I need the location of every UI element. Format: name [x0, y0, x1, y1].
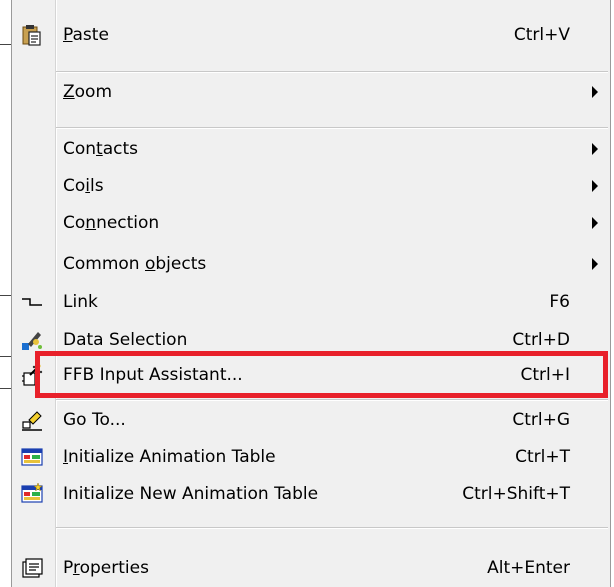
menu-item-label: Go To... [63, 409, 126, 430]
mnemonic-letter: o [144, 253, 156, 274]
menu-separator [56, 399, 608, 401]
menu-item-link[interactable]: Link F6 [12, 283, 610, 320]
menu-item-label: FFB Input Assistant... [63, 364, 243, 385]
properties-icon [20, 556, 44, 580]
clipboard-paste-icon [20, 23, 44, 47]
menu-item-label: Coils [63, 175, 104, 196]
menu-item-shortcut: Ctrl+G [512, 409, 570, 430]
mnemonic-letter: P [63, 24, 73, 45]
menu-item-ffb-input-assistant[interactable]: FFB Input Assistant... Ctrl+I [12, 356, 610, 393]
menu-separator [56, 527, 608, 529]
menu-item-label: Initialize Animation Table [63, 446, 276, 467]
mnemonic-letter: I [63, 446, 69, 467]
animation-table-icon [20, 445, 44, 469]
menu-item-initialize-animation-table[interactable]: Initialize Animation Table Ctrl+T [12, 438, 610, 475]
menu-item-label: Data Selection [63, 329, 188, 350]
mnemonic-letter: r [72, 557, 80, 578]
menu-item-label: Initialize New Animation Table [63, 483, 319, 504]
context-menu: Paste Ctrl+V Zoom Contacts Coils Connect… [11, 0, 611, 587]
menu-item-common-objects[interactable]: Common objects [12, 245, 610, 282]
menu-item-shortcut: F6 [549, 291, 570, 312]
menu-item-shortcut: Ctrl+I [520, 364, 570, 385]
menu-item-contacts[interactable]: Contacts [12, 130, 610, 167]
data-selection-icon [20, 328, 44, 352]
ffb-assistant-icon [20, 363, 44, 387]
menu-item-shortcut: Ctrl+V [513, 24, 570, 45]
menu-item-initialize-new-animation-table[interactable]: Initialize New Animation Table Ctrl+Shif… [12, 475, 610, 512]
mnemonic-letter: Z [63, 81, 75, 102]
menu-item-data-selection[interactable]: Data Selection Ctrl+D [12, 321, 610, 358]
menu-item-properties[interactable]: Properties Alt+Enter [12, 549, 610, 586]
menu-item-shortcut: Ctrl+Shift+T [462, 483, 570, 504]
menu-item-coils[interactable]: Coils [12, 167, 610, 204]
submenu-arrow-icon [592, 142, 598, 155]
menu-item-label: Connection [63, 212, 160, 233]
menu-item-go-to[interactable]: Go To... Ctrl+G [12, 401, 610, 438]
menu-item-shortcut: Ctrl+T [515, 446, 570, 467]
submenu-arrow-icon [592, 85, 598, 98]
menu-separator [56, 127, 608, 129]
mnemonic-letter: n [85, 212, 97, 233]
menu-item-label: Properties [63, 557, 149, 578]
submenu-arrow-icon [592, 257, 598, 270]
menu-separator [56, 71, 608, 73]
link-wire-icon [20, 290, 44, 314]
mnemonic-letter: i [85, 175, 91, 196]
menu-item-paste[interactable]: Paste Ctrl+V [12, 16, 610, 53]
new-animation-table-icon [20, 481, 44, 506]
menu-item-zoom[interactable]: Zoom [12, 73, 610, 110]
goto-icon [20, 408, 44, 432]
menu-item-shortcut: Ctrl+D [512, 329, 570, 350]
menu-item-label: Common objects [63, 253, 207, 274]
mnemonic-letter: t [96, 138, 103, 159]
menu-item-connection[interactable]: Connection [12, 204, 610, 241]
submenu-arrow-icon [592, 179, 598, 192]
menu-item-shortcut: Alt+Enter [487, 557, 570, 578]
menu-item-label: Zoom [63, 81, 113, 102]
menu-item-label: Link [63, 291, 98, 312]
menu-item-label: Paste [63, 24, 109, 45]
menu-item-label: Contacts [63, 138, 139, 159]
submenu-arrow-icon [592, 216, 598, 229]
